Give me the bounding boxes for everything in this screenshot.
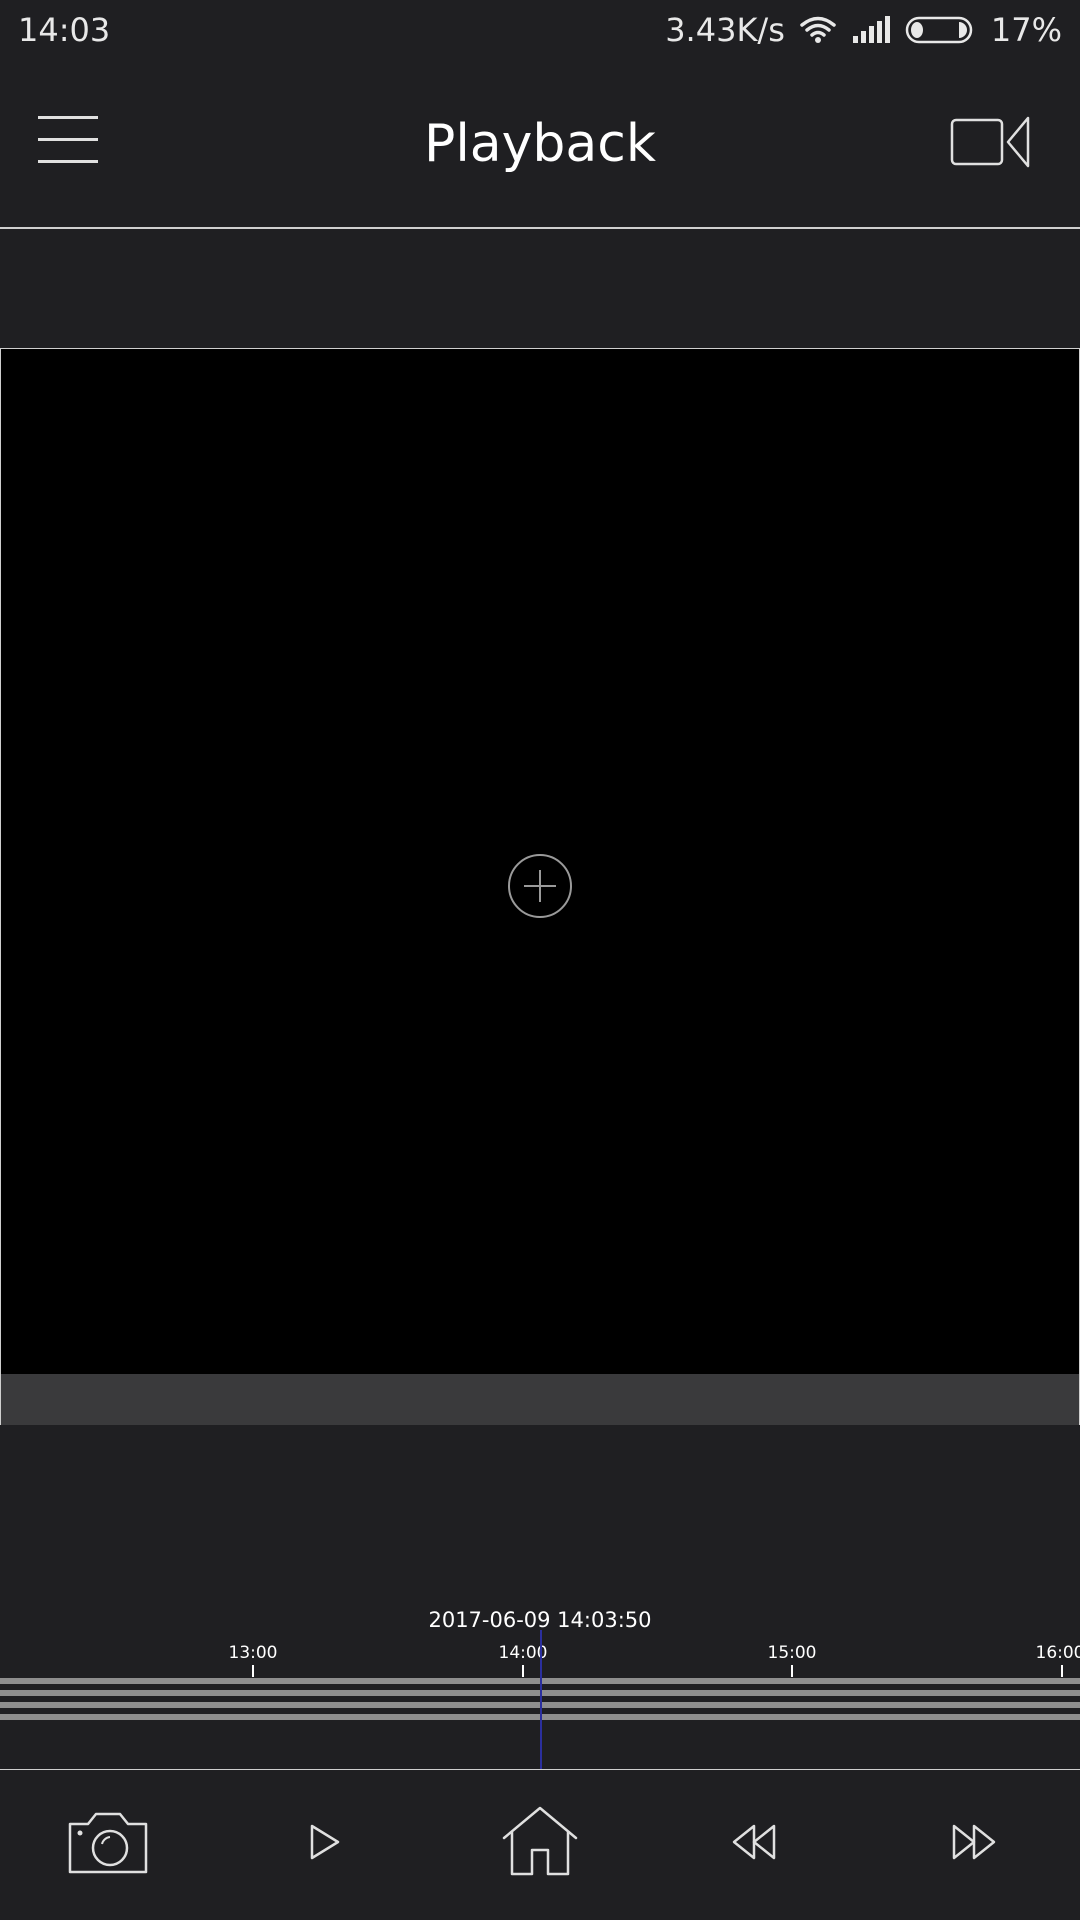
tick-label: 13:00 [228, 1643, 278, 1663]
plus-circle-icon [508, 854, 572, 918]
video-status-strip [1, 1374, 1079, 1425]
battery-percent: 17% [990, 11, 1062, 49]
snapshot-button[interactable] [66, 1808, 150, 1876]
play-icon [310, 1824, 340, 1860]
status-bar: 14:03 3.43K/s 17% [0, 0, 1080, 62]
fast-forward-button[interactable] [948, 1808, 998, 1876]
tick-mark [791, 1665, 793, 1677]
network-speed: 3.43K/s [665, 11, 785, 49]
camera-snapshot-icon [68, 1812, 148, 1874]
app-header: Playback [0, 62, 1080, 229]
battery-icon [905, 15, 977, 45]
playback-screen: 14:03 3.43K/s 17% Playback 2017-06-09 14… [0, 0, 1080, 1920]
signal-icon [851, 16, 891, 44]
tick-mark [522, 1665, 524, 1677]
add-channel-button[interactable] [507, 853, 573, 919]
fast-forward-icon [952, 1824, 996, 1860]
home-icon [502, 1806, 578, 1876]
home-button[interactable] [500, 1804, 580, 1876]
status-indicators: 3.43K/s 17% [665, 10, 1062, 50]
tick-label: 16:00 [1035, 1643, 1080, 1663]
video-viewport[interactable] [0, 348, 1080, 1426]
timeline-cursor[interactable] [540, 1630, 542, 1770]
play-button[interactable] [300, 1808, 350, 1876]
timeline[interactable]: 2017-06-09 14:03:50 13:00 14:00 15:00 16… [0, 1425, 1080, 1770]
record-button[interactable] [950, 114, 1030, 170]
status-time: 14:03 [18, 11, 111, 49]
tick-mark [1061, 1665, 1063, 1677]
tick-label: 15:00 [767, 1643, 817, 1663]
page-title: Playback [423, 114, 657, 174]
tick-mark [252, 1665, 254, 1677]
header-spacer [0, 229, 1080, 348]
video-camera-icon [950, 116, 1030, 168]
rewind-button[interactable] [730, 1808, 780, 1876]
rewind-icon [732, 1824, 776, 1860]
wifi-icon [799, 15, 837, 45]
playback-toolbar [0, 1770, 1080, 1920]
